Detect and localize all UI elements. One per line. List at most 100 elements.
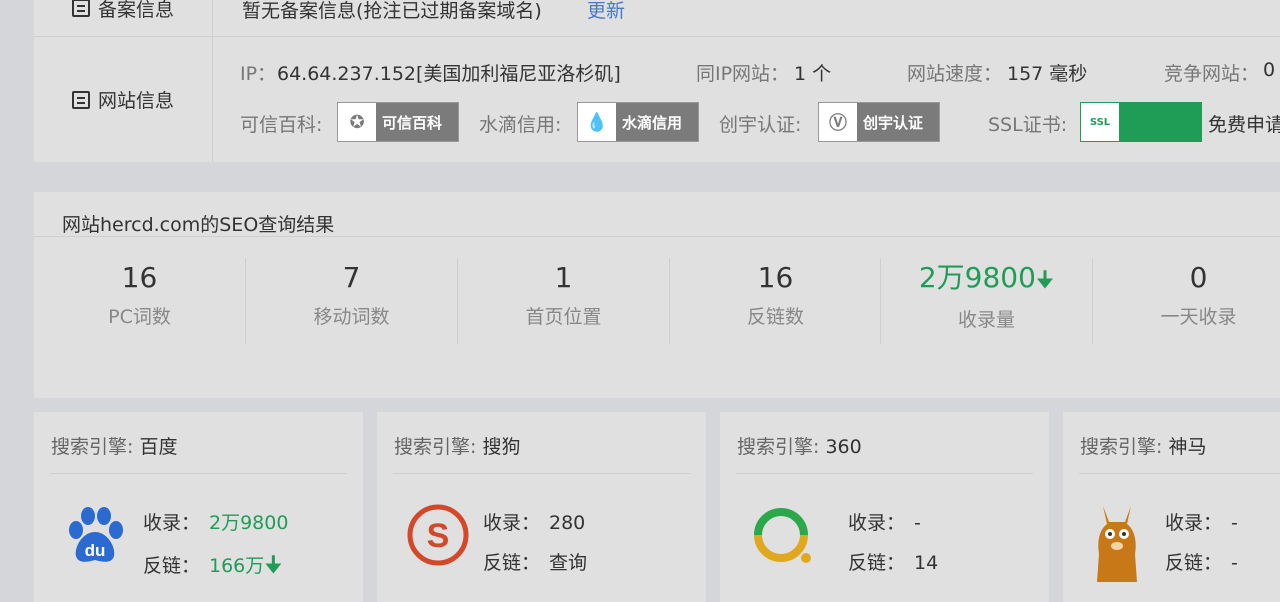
stat-indexed[interactable]: 2万9800🠋 收录量 [881, 258, 1092, 344]
engine-divider [393, 473, 690, 474]
engine-divider [736, 473, 1033, 474]
site-info-row-header: 网站信息 [34, 37, 213, 162]
chuangyu-label: 创宇认证: [719, 114, 802, 136]
backlink-label: 反链： [143, 555, 201, 577]
baidu-paw-icon: du [69, 507, 123, 562]
index-label: 收录： [143, 512, 201, 534]
same-ip-label: 同IP网站： [696, 63, 790, 85]
arrow-down-icon: 🠋 [1035, 268, 1055, 293]
engine-prefix: 搜索引擎: [394, 436, 483, 458]
speed-value: 157 毫秒 [1007, 63, 1088, 85]
engine-card-baidu: 搜索引擎: 百度 du 收录： 2万9800 反链： 166万🠋 [34, 412, 363, 602]
index-value: - [914, 512, 921, 534]
document-icon [71, 90, 90, 109]
stat-label: 收录量 [957, 309, 1015, 331]
index-label: 收录： [848, 512, 906, 534]
index-value[interactable]: 280 [549, 512, 585, 534]
stat-mobile-words[interactable]: 7 移动词数 [246, 258, 457, 344]
backlink-row: 反链： 166万🠋 [143, 548, 282, 586]
backlink-value[interactable]: 14 [914, 552, 938, 574]
backlink-label: 反链： [1165, 552, 1223, 574]
ssl-free-apply-link[interactable]: 免费申请 [1208, 110, 1280, 137]
same-ip-value[interactable]: 1 个 [794, 59, 831, 86]
backlink-row: 反链： 14 [848, 548, 938, 575]
backlink-label: 反链： [483, 552, 541, 574]
stat-label: 首页位置 [525, 306, 602, 328]
shuidi-badge[interactable]: 💧 水滴信用 [577, 102, 699, 142]
engine-card-sogou: 搜索引擎: 搜狗 S 收录： 280 反链： 查询 [377, 412, 706, 602]
ssl-badge[interactable]: SSL https: [1080, 102, 1202, 142]
water-drop-icon: 💧 [578, 103, 616, 141]
backlink-row: 反链： 查询 [483, 548, 587, 575]
kexin-label: 可信百科: [240, 114, 323, 136]
stat-value: 16 [757, 261, 794, 294]
stat-label: 移动词数 [313, 306, 390, 328]
engine-title: 搜索引擎: 360 [737, 432, 862, 459]
document-icon [71, 0, 90, 17]
stat-value-text: 2万9800 [918, 261, 1036, 294]
backlink-value[interactable]: 166万 [209, 555, 264, 577]
index-row: 收录： 280 [483, 508, 585, 535]
shenma-alpaca-icon [1097, 506, 1137, 582]
ssl-shield-icon: SSL [1081, 103, 1119, 141]
engine-name: 百度 [139, 436, 178, 458]
stat-pc-words[interactable]: 16 PC词数 [34, 258, 245, 344]
engine-title: 搜索引擎: 搜狗 [394, 432, 520, 459]
site-info-label: 网站信息 [97, 90, 174, 112]
engine-prefix: 搜索引擎: [737, 436, 826, 458]
engine-title: 搜索引擎: 百度 [51, 432, 177, 459]
row-divider [34, 36, 1280, 37]
backlink-row: 反链： - [1165, 548, 1238, 575]
index-row: 收录： 2万9800 [143, 508, 288, 535]
index-value[interactable]: 2万9800 [209, 512, 288, 534]
backlink-label: 反链： [848, 552, 906, 574]
seo-divider [34, 236, 1280, 237]
stat-home-position[interactable]: 1 首页位置 [458, 258, 669, 344]
speed-label: 网站速度： [907, 63, 1003, 85]
shuidi-label: 水滴信用: [479, 114, 562, 136]
beian-value: 暂无备案信息(抢注已过期备案域名) [242, 0, 542, 22]
stat-daily-indexed[interactable]: 0 一天收录 [1093, 258, 1280, 344]
backlink-value: - [1231, 552, 1238, 574]
compete-value[interactable]: 0 [1263, 59, 1275, 81]
beian-row-header: 备案信息 [34, 0, 213, 36]
stat-backlinks[interactable]: 16 反链数 [670, 258, 881, 344]
kexin-badge[interactable]: ✪ 可信百科 [337, 102, 459, 142]
seo-results-card: 网站hercd.com的SEO查询结果 16 PC词数 7 移动词数 1 首页位… [34, 192, 1280, 398]
beian-label: 备案信息 [97, 0, 174, 21]
ip-value: 64.64.237.152[美国加利福尼亚洛杉矶] [277, 63, 621, 85]
beian-update-link[interactable]: 更新 [587, 0, 625, 23]
stat-value: 2万9800🠋 [881, 258, 1092, 301]
index-label: 收录： [483, 512, 541, 534]
index-label: 收录： [1165, 512, 1223, 534]
index-row: 收录： - [848, 508, 921, 535]
chuangyu-badge[interactable]: Ⓥ 创宇认证 [818, 102, 940, 142]
seo-results-title: 网站hercd.com的SEO查询结果 [62, 214, 335, 236]
stat-label: 反链数 [746, 306, 804, 328]
arrow-down-icon: 🠋 [264, 553, 283, 578]
engine-card-360: 搜索引擎: 360 收录： - 反链： 14 [720, 412, 1049, 602]
engine-divider [1079, 473, 1280, 474]
stat-label: PC词数 [108, 306, 171, 328]
stat-label: 一天收录 [1160, 306, 1237, 328]
stat-value: 1 [554, 261, 573, 294]
engine-title: 搜索引擎: 神马 [1080, 432, 1206, 459]
backlink-query-link[interactable]: 查询 [549, 552, 587, 574]
stat-value: 7 [342, 261, 361, 294]
stat-value: 16 [121, 261, 158, 294]
shield-v-icon: Ⓥ [819, 103, 857, 141]
sogou-logo-icon: S [407, 504, 469, 566]
svg-text:S: S [427, 517, 450, 555]
site-info-card: 备案信息 暂无备案信息(抢注已过期备案域名) 更新 网站信息 IP： 64.64… [34, 0, 1280, 162]
360-logo-icon [754, 508, 811, 563]
stat-value: 0 [1189, 261, 1208, 294]
engine-name: 神马 [1168, 436, 1207, 458]
ip-label: IP： [240, 63, 277, 85]
ssl-label: SSL证书: [988, 114, 1068, 136]
seal-icon: ✪ [338, 103, 376, 141]
engine-divider [50, 473, 347, 474]
index-value: - [1231, 512, 1238, 534]
engine-name: 360 [825, 436, 862, 458]
engine-prefix: 搜索引擎: [1080, 436, 1169, 458]
engine-card-shenma: 搜索引擎: 神马 收录： - 反链： - [1063, 412, 1280, 602]
